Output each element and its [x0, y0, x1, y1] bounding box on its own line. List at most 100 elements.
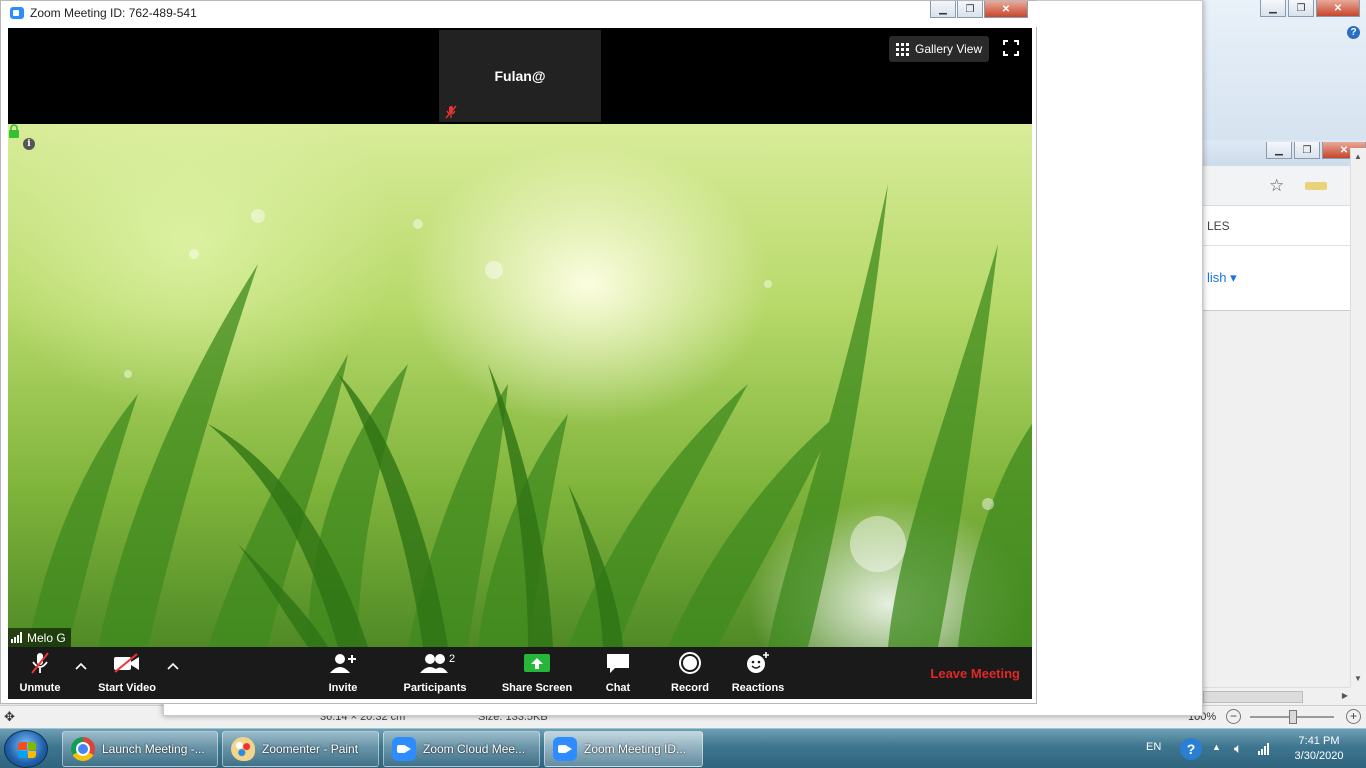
page-header-row: LES ×: [1201, 206, 1366, 246]
reactions-label: Reactions: [731, 682, 785, 694]
record-button[interactable]: Record: [670, 647, 710, 699]
chat-button[interactable]: Chat: [600, 647, 636, 699]
chat-icon: [607, 654, 629, 673]
bookmark-star-icon[interactable]: ☆: [1269, 176, 1284, 196]
add-user-icon: [330, 654, 356, 673]
share-screen-icon: [524, 654, 550, 672]
leave-meeting-button[interactable]: Leave Meeting: [930, 666, 1020, 681]
restore-button[interactable]: ❐: [1288, 0, 1314, 17]
chrome-icon: [71, 737, 95, 761]
fullscreen-icon[interactable]: [1003, 40, 1019, 56]
participants-count: 2: [449, 653, 456, 665]
window-title: Zoom Meeting ID: 762-489-541: [30, 6, 197, 20]
zoom-icon: [392, 737, 416, 761]
background-window-top: ▁ ❐ ✕ ?: [1200, 0, 1366, 140]
zoom-in-button[interactable]: +: [1346, 709, 1361, 724]
page-tab-label[interactable]: LES: [1207, 219, 1230, 233]
help-icon[interactable]: ?: [1180, 738, 1202, 760]
windows-logo-icon: [18, 742, 36, 758]
minimize-button[interactable]: ▁: [1266, 142, 1292, 159]
language-selector[interactable]: lish ▾: [1207, 270, 1237, 286]
participant-thumbnail[interactable]: Fulan@: [439, 30, 601, 122]
vertical-scrollbar[interactable]: ▲ ▼: [1350, 148, 1366, 687]
info-icon[interactable]: i: [23, 138, 35, 150]
record-label: Record: [671, 682, 709, 694]
background-browser-window: ▁ ❐ ✕ ☆ LES × lish ▾ ▲ ▼ ▶: [1200, 140, 1366, 705]
invite-button[interactable]: Invite: [323, 647, 363, 699]
share-screen-label: Share Screen: [501, 682, 573, 694]
browser-titlebar: ▁ ❐ ✕: [1201, 140, 1366, 166]
participants-label: Participants: [403, 682, 467, 694]
start-video-button[interactable]: Start Video: [96, 647, 158, 699]
taskbar-item-label: Zoom Meeting ID...: [584, 742, 687, 756]
muted-mic-icon: [31, 652, 49, 674]
zoom-meeting-window: Zoom Meeting ID: 762-489-541 ▁ ❐ ✕ Fulan…: [0, 0, 1038, 704]
scroll-right-icon[interactable]: ▶: [1342, 691, 1348, 700]
scroll-down-icon[interactable]: ▼: [1354, 674, 1362, 683]
clock-time: 7:41 PM: [1298, 735, 1340, 747]
encryption-lock-icon[interactable]: [8, 124, 20, 139]
show-hidden-icons-chevron-up-icon[interactable]: ▲: [1212, 742, 1221, 768]
audio-options-chevron-up-icon[interactable]: [75, 661, 87, 671]
reactions-button[interactable]: Reactions: [730, 647, 786, 699]
extension-icon[interactable]: [1305, 182, 1327, 190]
network-icon[interactable]: [1258, 741, 1269, 755]
clock-date: 3/30/2020: [1294, 750, 1344, 762]
taskbar-item-paint[interactable]: Zoomenter - Paint: [222, 731, 379, 767]
grass-background-image: [28, 184, 1032, 647]
minimize-button[interactable]: ▁: [930, 1, 956, 18]
move-cursor-icon: ✥: [4, 709, 15, 724]
restore-button[interactable]: ❐: [1294, 142, 1320, 159]
help-icon[interactable]: ?: [1347, 26, 1360, 39]
window-controls: ▁ ❐ ✕: [1260, 0, 1360, 17]
taskbar-item-label: Launch Meeting -...: [102, 742, 205, 756]
video-off-icon: [114, 653, 139, 673]
taskbar-item-label: Zoomenter - Paint: [262, 742, 359, 756]
record-icon: [679, 652, 701, 674]
zoom-titlebar: Zoom Meeting ID: 762-489-541 ▁ ❐ ✕: [1, 1, 1038, 27]
page-gray-area: [1201, 310, 1366, 705]
system-clock[interactable]: 7:41 PM 3/30/2020: [1288, 734, 1350, 764]
speaker-name-tag: Melo G: [8, 628, 71, 647]
meeting-toolbar: Unmute Start Video Invite Participants 2…: [8, 647, 1032, 699]
zoom-icon: [553, 737, 577, 761]
horizontal-scrollbar[interactable]: ▶: [1201, 687, 1350, 705]
unmute-button[interactable]: Unmute: [16, 647, 64, 699]
start-video-label: Start Video: [98, 682, 156, 694]
thumbnail-strip: Fulan@ Gallery View: [8, 28, 1032, 124]
windows-taskbar: Launch Meeting -... Zoomenter - Paint Zo…: [0, 728, 1366, 768]
taskbar-item-launch-meeting[interactable]: Launch Meeting -...: [62, 731, 218, 767]
minimize-button[interactable]: ▁: [1260, 0, 1286, 17]
window-controls: ▁ ❐ ✕: [930, 1, 1028, 18]
speaker-name: Melo G: [27, 630, 66, 645]
taskbar-item-zoom-cloud-meetings[interactable]: Zoom Cloud Mee...: [383, 731, 540, 767]
zoom-slider-thumb[interactable]: [1289, 710, 1297, 724]
scroll-up-icon[interactable]: ▲: [1354, 152, 1362, 161]
main-video-area: i Melo G: [8, 124, 1032, 647]
gallery-view-label: Gallery View: [915, 42, 983, 56]
unmute-label: Unmute: [19, 682, 61, 694]
taskbar-item-label: Zoom Cloud Mee...: [423, 742, 526, 756]
invite-label: Invite: [328, 682, 358, 694]
volume-icon[interactable]: 🔈︎: [1234, 740, 1242, 768]
zoom-out-button[interactable]: −: [1226, 709, 1241, 724]
start-button[interactable]: [4, 730, 48, 768]
chat-label: Chat: [605, 682, 631, 694]
muted-mic-icon: [445, 105, 457, 119]
close-button[interactable]: ✕: [1316, 0, 1360, 17]
signal-strength-icon: [11, 632, 22, 643]
gallery-view-button[interactable]: Gallery View: [889, 36, 989, 62]
restore-button[interactable]: ❐: [957, 1, 983, 18]
browser-address-bar: ☆: [1201, 166, 1366, 206]
paint-icon: [231, 737, 255, 761]
smiley-reaction-icon: [747, 652, 769, 673]
input-language[interactable]: EN: [1146, 741, 1161, 768]
grid-icon: [896, 42, 909, 56]
participants-button[interactable]: Participants 2: [403, 647, 467, 699]
scroll-thumb[interactable]: [1203, 691, 1303, 703]
taskbar-item-zoom-meeting[interactable]: Zoom Meeting ID...: [544, 731, 703, 767]
participant-name: Fulan@: [494, 68, 546, 84]
close-button[interactable]: ✕: [984, 1, 1028, 18]
share-screen-button[interactable]: Share Screen: [502, 647, 572, 699]
video-options-chevron-up-icon[interactable]: [167, 661, 179, 671]
